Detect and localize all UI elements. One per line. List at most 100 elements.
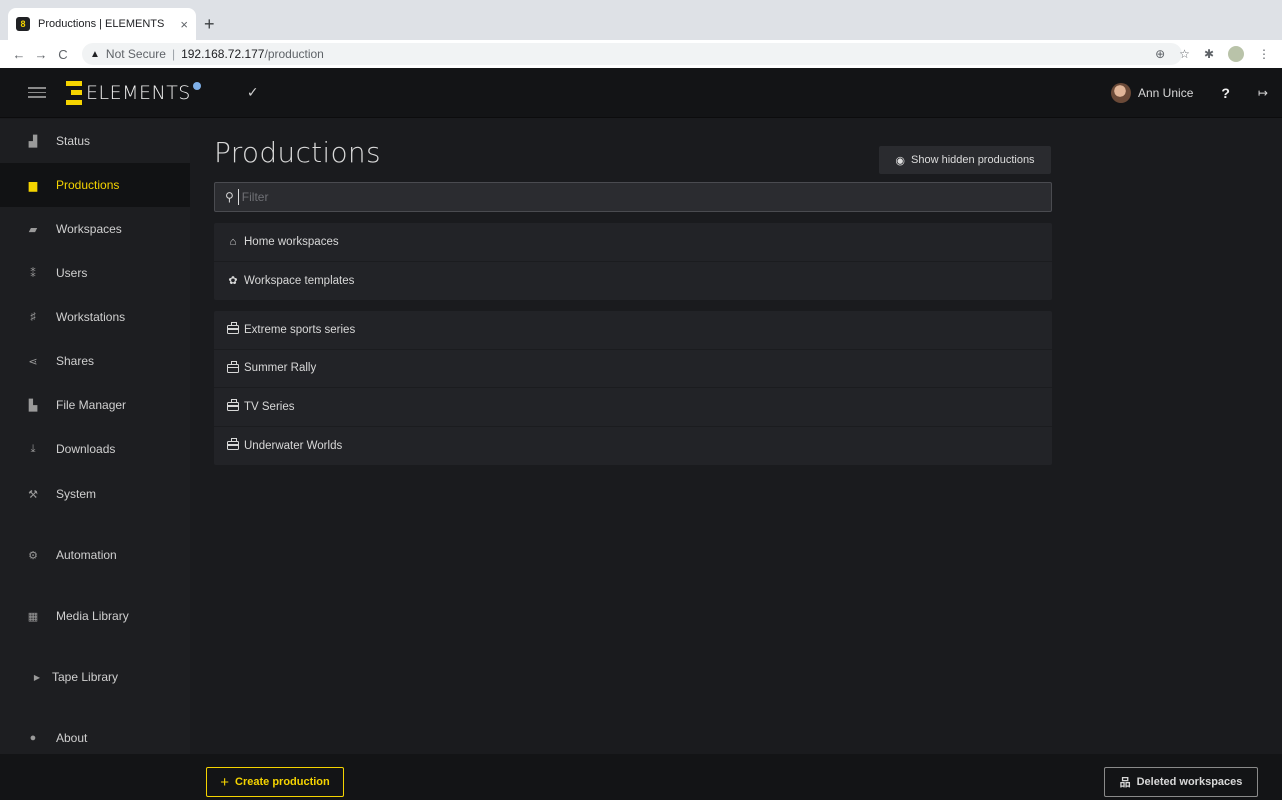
- list-item-label: Workspace templates: [244, 274, 355, 287]
- folders-icon: ▙: [28, 399, 38, 412]
- logo-text: ELEMENTS: [86, 81, 191, 104]
- main-content: Productions ◉ Show hidden productions ⚲ …: [190, 119, 1282, 754]
- wrench-icon: ⚒: [28, 488, 38, 501]
- show-hidden-productions-button[interactable]: ◉ Show hidden productions: [879, 146, 1051, 174]
- app-header: ELEMENTS ✓ Ann Unice ? ↦: [0, 68, 1282, 118]
- production-row[interactable]: Extreme sports series: [214, 311, 1052, 350]
- user-area: Ann Unice ? ↦: [1111, 68, 1268, 118]
- briefcase-icon: [227, 399, 239, 412]
- sidebar-item-label: System: [56, 487, 97, 501]
- url-field[interactable]: ▲ Not Secure | 192.168.72.177/production: [82, 43, 1182, 65]
- folder-open-icon: ▰: [28, 223, 38, 236]
- deleted-workspaces-button[interactable]: 品 Deleted workspaces: [1104, 767, 1258, 797]
- tab-title: Productions | ELEMENTS: [38, 18, 165, 30]
- browser-address-bar: ← → C ▲ Not Secure | 192.168.72.177/prod…: [0, 40, 1282, 68]
- search-icon: ⚲: [225, 190, 234, 204]
- browser-profile-avatar[interactable]: [1228, 46, 1244, 62]
- sidebar-item-label: Shares: [56, 354, 95, 368]
- sidebar-item-label: File Manager: [56, 398, 127, 412]
- briefcase-icon: [227, 360, 239, 373]
- sidebar: ▟ Status ▆ Productions ▰ Workspaces ⁑ Us…: [0, 119, 190, 800]
- sidebar-item-label: Media Library: [56, 609, 129, 623]
- production-row[interactable]: TV Series: [214, 388, 1052, 427]
- filter-field[interactable]: ⚲: [214, 182, 1052, 212]
- url-path: /production: [264, 47, 324, 61]
- user-avatar[interactable]: [1111, 83, 1131, 103]
- sidebar-item-shares[interactable]: ⋖ Shares: [0, 339, 190, 383]
- production-label: Underwater Worlds: [244, 439, 343, 452]
- list-item-home-workspaces[interactable]: ⌂ Home workspaces: [214, 223, 1052, 262]
- deleted-workspaces-label: Deleted workspaces: [1136, 776, 1243, 788]
- security-label[interactable]: Not Secure: [106, 47, 166, 61]
- sidebar-item-workstations[interactable]: ♯ Workstations: [0, 295, 190, 339]
- forward-icon[interactable]: →: [30, 47, 52, 62]
- footer-bar: + Create production 品 Deleted workspaces: [0, 754, 1282, 800]
- sidebar-item-downloads[interactable]: ⤓ Downloads: [0, 427, 190, 471]
- sitemap-icon: ♯: [30, 311, 36, 323]
- warning-icon[interactable]: ▲: [90, 49, 100, 60]
- user-name[interactable]: Ann Unice: [1138, 86, 1193, 100]
- sidebar-item-label: Status: [56, 134, 91, 148]
- browser-menu-icon[interactable]: ⋮: [1258, 47, 1270, 61]
- cogs-icon: ⚙: [28, 549, 38, 562]
- logo-status-dot: [192, 81, 201, 90]
- list-item-workspace-templates[interactable]: ✿ Workspace templates: [214, 262, 1052, 301]
- elements-logo[interactable]: ELEMENTS: [66, 80, 201, 105]
- production-label: Extreme sports series: [244, 323, 356, 336]
- share-icon: ⋖: [28, 355, 38, 368]
- gear-icon: ✿: [228, 275, 238, 288]
- home-icon: ⌂: [229, 235, 237, 248]
- show-hidden-label: Show hidden productions: [911, 154, 1035, 166]
- browser-tab-bar: 8 Productions | ELEMENTS × +: [0, 0, 1282, 40]
- production-row[interactable]: Underwater Worlds: [214, 427, 1052, 466]
- sidebar-item-status[interactable]: ▟ Status: [0, 119, 190, 163]
- back-icon[interactable]: ←: [8, 47, 30, 62]
- url-separator: |: [171, 47, 176, 61]
- sidebar-item-label: About: [56, 731, 88, 745]
- info-circle-icon: ●: [29, 732, 37, 744]
- briefcase-icon: ▆: [28, 179, 38, 192]
- page-title: Productions: [214, 136, 381, 169]
- browser-tab[interactable]: 8 Productions | ELEMENTS ×: [8, 8, 196, 40]
- sidebar-item-users[interactable]: ⁑ Users: [0, 251, 190, 295]
- sidebar-item-label: Automation: [56, 548, 117, 562]
- sidebar-item-system[interactable]: ⚒ System: [0, 472, 190, 516]
- download-icon: ⤓: [30, 442, 36, 455]
- help-icon[interactable]: ?: [1221, 85, 1230, 101]
- briefcase-icon: [227, 438, 239, 451]
- production-row[interactable]: Summer Rally: [214, 350, 1052, 388]
- area-chart-icon: ▟: [28, 135, 38, 148]
- production-label: Summer Rally: [244, 362, 317, 375]
- sidebar-item-tape-library[interactable]: ▶ Tape Library: [0, 655, 190, 699]
- tab-close-icon[interactable]: ×: [180, 17, 188, 32]
- productions-list: Extreme sports series Summer Rally TV Se…: [214, 311, 1052, 465]
- sidebar-item-label: Tape Library: [52, 670, 119, 684]
- sidebar-item-media-library[interactable]: ▦ Media Library: [0, 594, 190, 638]
- film-icon: ▦: [27, 610, 39, 623]
- elements-favicon-icon: 8: [16, 17, 30, 31]
- filter-input[interactable]: [237, 189, 1051, 205]
- create-production-label: Create production: [235, 776, 330, 788]
- reload-icon[interactable]: C: [52, 47, 74, 62]
- check-icon[interactable]: ✓: [247, 84, 259, 101]
- create-production-button[interactable]: + Create production: [206, 767, 344, 797]
- logout-icon[interactable]: ↦: [1258, 86, 1268, 100]
- special-workspaces-list: ⌂ Home workspaces ✿ Workspace templates: [214, 223, 1052, 300]
- list-item-label: Home workspaces: [244, 235, 339, 248]
- production-label: TV Series: [244, 400, 295, 413]
- new-tab-icon[interactable]: +: [204, 14, 215, 34]
- sidebar-item-file-manager[interactable]: ▙ File Manager: [0, 383, 190, 427]
- extensions-puzzle-icon[interactable]: ✱: [1204, 47, 1214, 61]
- bookmark-star-icon[interactable]: ☆: [1179, 47, 1190, 61]
- briefcase-icon: [227, 322, 239, 335]
- browser-toolbar-icons: ⊕ ☆ ✱ ⋮: [1155, 46, 1270, 62]
- sitemap-icon: 品: [1119, 777, 1131, 789]
- elements-logo-mark-icon: [66, 80, 82, 105]
- caret-right-icon: ▶: [33, 672, 41, 682]
- hamburger-menu-icon[interactable]: [28, 87, 46, 98]
- zoom-icon[interactable]: ⊕: [1155, 47, 1165, 61]
- sidebar-item-workspaces[interactable]: ▰ Workspaces: [0, 207, 190, 251]
- sidebar-item-automation[interactable]: ⚙ Automation: [0, 533, 190, 577]
- sidebar-item-label: Productions: [56, 178, 120, 192]
- sidebar-item-productions[interactable]: ▆ Productions: [0, 163, 190, 207]
